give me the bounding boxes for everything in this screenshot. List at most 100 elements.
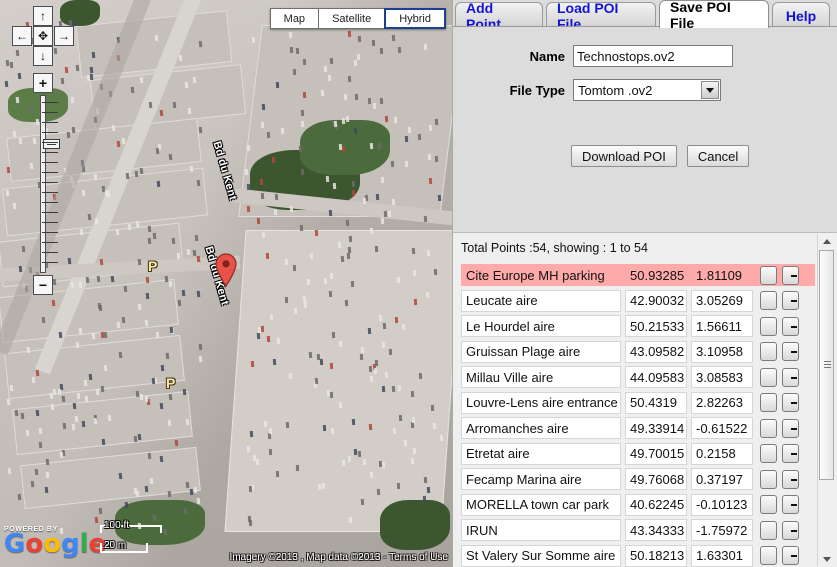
map-pane[interactable]: Bd du Kent Bd du Kent P P ↑ ← ✥ → ↓ + − … (0, 0, 452, 567)
edit-point-button[interactable] (760, 469, 777, 489)
delete-point-button[interactable] (782, 342, 799, 361)
table-row[interactable]: Cite Europe MH parking 50.93285 1.81109 (461, 264, 815, 286)
edit-point-button[interactable] (760, 520, 777, 540)
table-row[interactable]: Fecamp Marina aire 49.76068 0.37197 (461, 468, 815, 490)
tab-save-poi-file[interactable]: Save POI File (659, 0, 769, 31)
table-row[interactable]: St Valery Sur Somme aire 50.18213 1.63301 (461, 544, 815, 567)
point-longitude-cell[interactable]: 1.63301 (691, 544, 753, 567)
map-type-map[interactable]: Map (269, 8, 319, 29)
chevron-down-icon[interactable] (701, 81, 719, 99)
delete-point-button[interactable] (782, 316, 799, 336)
map-attribution[interactable]: Imagery ©2013 , Map data ©2013 - Terms o… (229, 552, 448, 563)
point-name-cell[interactable]: IRUN (461, 519, 621, 541)
point-latitude-cell[interactable]: 50.93285 (625, 264, 687, 286)
zoom-in-button[interactable]: + (33, 73, 53, 93)
point-latitude-cell[interactable]: 44.09583 (625, 366, 687, 388)
table-row[interactable]: Louvre-Lens aire entrance 50.4319 2.82263 (461, 391, 815, 414)
download-poi-button[interactable]: Download POI (571, 145, 677, 167)
point-longitude-cell[interactable]: 1.56611 (691, 315, 753, 337)
delete-point-button[interactable] (782, 418, 799, 438)
point-name-cell[interactable]: Louvre-Lens aire entrance (461, 391, 621, 414)
filetype-select[interactable]: Tomtom .ov2 (573, 79, 721, 101)
map-type-hybrid[interactable]: Hybrid (384, 8, 446, 29)
delete-point-button[interactable] (782, 291, 799, 310)
point-name-cell[interactable]: Leucate aire (461, 289, 621, 312)
delete-point-button[interactable] (782, 265, 799, 285)
tab-add-point[interactable]: Add Point (455, 0, 543, 32)
scroll-down-icon[interactable] (818, 552, 835, 566)
edit-point-button[interactable] (760, 367, 777, 387)
zoom-slider-track[interactable] (40, 95, 60, 273)
edit-point-button[interactable] (760, 418, 777, 438)
cancel-button[interactable]: Cancel (686, 145, 750, 167)
point-name-cell[interactable]: Etretat aire (461, 442, 621, 465)
points-list-scrollbar[interactable] (817, 234, 835, 566)
satellite-imagery[interactable]: Bd du Kent Bd du Kent P P (0, 0, 452, 567)
point-name-cell[interactable]: Cite Europe MH parking (461, 264, 621, 286)
points-list[interactable]: Cite Europe MH parking 50.93285 1.81109 Leu… (461, 264, 815, 567)
pan-down-button[interactable]: ↓ (33, 46, 53, 66)
point-name-cell[interactable]: Le Hourdel aire (461, 315, 621, 337)
edit-point-button[interactable] (760, 316, 777, 336)
point-latitude-cell[interactable]: 43.09582 (625, 340, 687, 363)
point-name-cell[interactable]: St Valery Sur Somme aire (461, 544, 621, 567)
edit-point-button[interactable] (760, 444, 777, 463)
point-longitude-cell[interactable]: 3.05269 (691, 289, 753, 312)
tab-help[interactable]: Help (772, 2, 830, 28)
point-latitude-cell[interactable]: 43.34333 (625, 519, 687, 541)
table-row[interactable]: Leucate aire 42.90032 3.05269 (461, 289, 815, 312)
table-row[interactable]: IRUN 43.34333 -1.75972 (461, 519, 815, 541)
edit-point-button[interactable] (760, 342, 777, 361)
point-latitude-cell[interactable]: 49.33914 (625, 417, 687, 439)
zoom-slider-thumb[interactable] (43, 139, 60, 149)
point-latitude-cell[interactable]: 50.21533 (625, 315, 687, 337)
table-row[interactable]: Le Hourdel aire 50.21533 1.56611 (461, 315, 815, 337)
point-longitude-cell[interactable]: 2.82263 (691, 391, 753, 414)
edit-point-button[interactable] (760, 265, 777, 285)
point-latitude-cell[interactable]: 50.18213 (625, 544, 687, 567)
delete-point-button[interactable] (782, 495, 799, 514)
point-latitude-cell[interactable]: 42.90032 (625, 289, 687, 312)
point-latitude-cell[interactable]: 50.4319 (625, 391, 687, 414)
point-name-cell[interactable]: Millau Ville aire (461, 366, 621, 388)
point-name-cell[interactable]: MORELLA town car park (461, 493, 621, 516)
point-longitude-cell[interactable]: -0.61522 (691, 417, 753, 439)
delete-point-button[interactable] (782, 520, 799, 540)
delete-point-button[interactable] (782, 367, 799, 387)
map-type-satellite[interactable]: Satellite (318, 8, 385, 29)
delete-point-button[interactable] (782, 444, 799, 463)
point-longitude-cell[interactable]: 0.2158 (691, 442, 753, 465)
pan-up-button[interactable]: ↑ (33, 6, 53, 26)
map-pan-control[interactable]: ↑ ← ✥ → ↓ (12, 6, 74, 66)
point-latitude-cell[interactable]: 49.76068 (625, 468, 687, 490)
point-name-cell[interactable]: Fecamp Marina aire (461, 468, 621, 490)
delete-point-button[interactable] (782, 393, 799, 412)
point-latitude-cell[interactable]: 40.62245 (625, 493, 687, 516)
edit-point-button[interactable] (760, 393, 777, 412)
scroll-up-icon[interactable] (818, 234, 835, 248)
point-longitude-cell[interactable]: 1.81109 (691, 264, 753, 286)
zoom-out-button[interactable]: − (33, 275, 53, 295)
delete-point-button[interactable] (782, 546, 799, 565)
table-row[interactable]: Arromanches aire 49.33914 -0.61522 (461, 417, 815, 439)
point-name-cell[interactable]: Gruissan Plage aire (461, 340, 621, 363)
edit-point-button[interactable] (760, 546, 777, 565)
pan-right-button[interactable]: → (54, 26, 74, 46)
scrollbar-thumb[interactable] (819, 250, 834, 480)
poi-marker-pin[interactable] (214, 253, 238, 287)
map-type-switcher[interactable]: Map Satellite Hybrid (269, 8, 446, 29)
point-longitude-cell[interactable]: 3.08583 (691, 366, 753, 388)
filename-input[interactable] (573, 45, 733, 67)
tab-bar[interactable]: Add Point Load POI File Save POI File Help (453, 0, 837, 32)
point-latitude-cell[interactable]: 49.70015 (625, 442, 687, 465)
point-longitude-cell[interactable]: -0.10123 (691, 493, 753, 516)
edit-point-button[interactable] (760, 495, 777, 514)
tab-load-poi-file[interactable]: Load POI File (546, 0, 656, 32)
point-longitude-cell[interactable]: 0.37197 (691, 468, 753, 490)
delete-point-button[interactable] (782, 469, 799, 489)
table-row[interactable]: MORELLA town car park 40.62245 -0.10123 (461, 493, 815, 516)
edit-point-button[interactable] (760, 291, 777, 310)
map-zoom-control[interactable]: + − (33, 73, 60, 295)
point-name-cell[interactable]: Arromanches aire (461, 417, 621, 439)
table-row[interactable]: Millau Ville aire 44.09583 3.08583 (461, 366, 815, 388)
